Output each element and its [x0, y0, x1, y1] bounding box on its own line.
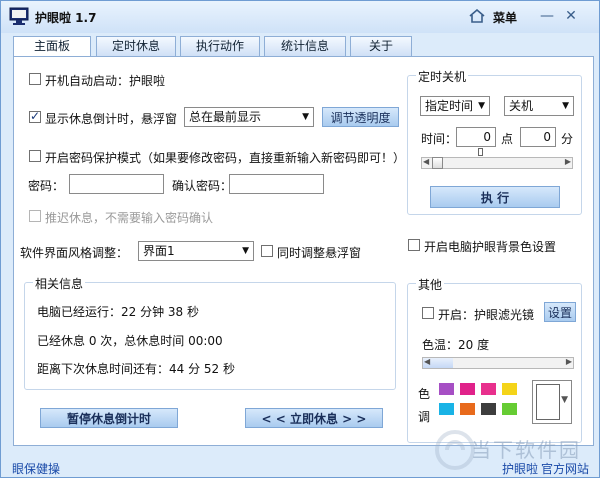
color-swatch[interactable] [459, 402, 476, 416]
main-panel: 开机自动启动：护眼啦 显示休息倒计时，悬浮窗 总在最前显示 ▼ 调节透明度 开启… [13, 56, 594, 446]
tab-main[interactable]: 主面板 [13, 36, 91, 57]
color-swatch[interactable] [501, 402, 518, 416]
other-group-title: 其他 [416, 276, 445, 293]
skin-select[interactable]: 界面1 ▼ [138, 241, 254, 261]
color-swatch[interactable] [480, 382, 497, 396]
show-countdown-label: 显示休息倒计时，悬浮窗 [45, 112, 178, 126]
shutdown-action-value: 关机 [509, 99, 534, 113]
info-group-title: 相关信息 [33, 275, 86, 292]
chevron-down-icon: ▼ [562, 101, 569, 111]
color-label-2: 调 [418, 410, 431, 424]
uptime-text: 电脑已经运行：22 分钟 38 秒 [37, 305, 199, 319]
next-rest-text: 距离下次休息时间还有：44 分 52 秒 [37, 362, 235, 376]
info-group: 相关信息 电脑已经运行：22 分钟 38 秒 已经休息 0 次，总休息时间 00… [24, 275, 396, 390]
skin-label: 软件界面风格调整： [20, 246, 129, 260]
eye-exercise-link[interactable]: 眼保健操 [12, 460, 60, 477]
shutdown-time-slider[interactable]: ◀ ▶ [421, 157, 573, 169]
chevron-down-icon: ▼ [242, 246, 249, 256]
confirm-password-input[interactable] [229, 174, 324, 194]
password-mode-label: 开启密码保护模式（如果要修改密码，直接重新输入新密码即可！） [45, 151, 406, 165]
chevron-down-icon: ▼ [302, 112, 309, 122]
delay-rest-label: 推迟休息，不需要输入密码确认 [45, 211, 214, 225]
app-title: 护眼啦 1.7 [35, 11, 97, 25]
selected-color-dropdown[interactable]: ▼ [532, 380, 572, 424]
rest-now-button[interactable]: < < 立即休息 > > [245, 408, 383, 428]
tab-about[interactable]: 关于 [350, 36, 412, 56]
title-bar: 护眼啦 1.7 菜单 — ✕ [1, 1, 599, 33]
tab-timed-rest[interactable]: 定时休息 [96, 36, 176, 56]
selected-color-preview [536, 384, 560, 420]
minute-label: 分 [561, 132, 574, 146]
color-swatch[interactable] [501, 382, 518, 396]
filter-settings-button[interactable]: 设置 [544, 302, 576, 322]
other-group: 其他 开启：护眼滤光镜 设置 色温：20 度 ◀ ▶ 色 调 ▼ [407, 276, 582, 443]
sync-float-checkbox[interactable] [261, 245, 273, 257]
color-swatch[interactable] [480, 402, 497, 416]
pause-countdown-button[interactable]: 暂停休息倒计时 [40, 408, 178, 428]
home-icon[interactable] [469, 9, 485, 23]
watermark-text: 当下软件园 [471, 438, 581, 462]
chevron-right-icon[interactable]: ▶ [565, 157, 571, 166]
color-swatch[interactable] [438, 382, 455, 396]
minimize-icon[interactable]: — [538, 8, 556, 24]
float-mode-select[interactable]: 总在最前显示 ▼ [184, 107, 314, 127]
shutdown-action-select[interactable]: 关机 ▼ [504, 96, 574, 116]
confirm-password-label: 确认密码： [172, 179, 233, 193]
rest-count-text: 已经休息 0 次，总休息时间 00:00 [37, 334, 223, 348]
menu-button[interactable]: 菜单 [493, 9, 517, 26]
show-countdown-checkbox[interactable] [29, 109, 41, 123]
color-swatch-grid [438, 382, 528, 424]
eye-bg-label: 开启电脑护眼背景色设置 [424, 240, 557, 254]
shutdown-mode-select[interactable]: 指定时间 ▼ [420, 96, 490, 116]
slider-tick [478, 148, 483, 156]
app-window: 护眼啦 1.7 菜单 — ✕ 主面板 定时休息 执行动作 统计信息 关于 开机自… [0, 0, 600, 478]
chevron-right-icon[interactable]: ▶ [566, 357, 572, 366]
minute-input[interactable]: 0 [520, 127, 556, 147]
password-input[interactable] [69, 174, 164, 194]
hour-input[interactable]: 0 [456, 127, 496, 147]
shutdown-group: 定时关机 指定时间 ▼ 关机 ▼ 时间： 0 点 0 分 ◀ ▶ 执 行 [407, 68, 582, 215]
eye-bg-checkbox[interactable] [408, 239, 420, 251]
color-swatch[interactable] [459, 382, 476, 396]
monitor-icon [9, 7, 29, 25]
chevron-left-icon[interactable]: ◀ [423, 157, 429, 166]
tab-statistics[interactable]: 统计信息 [264, 36, 346, 56]
chevron-down-icon: ▼ [561, 395, 568, 405]
color-label-1: 色 [418, 387, 431, 401]
tab-actions[interactable]: 执行动作 [180, 36, 260, 56]
autostart-checkbox[interactable] [29, 73, 41, 85]
color-temp-label: 色温：20 度 [422, 338, 490, 352]
delay-rest-checkbox[interactable] [29, 210, 41, 222]
filter-label: 开启：护眼滤光镜 [438, 308, 535, 322]
skin-value: 界面1 [143, 244, 175, 258]
password-label: 密码： [28, 179, 65, 193]
execute-button[interactable]: 执 行 [430, 186, 560, 208]
filter-checkbox[interactable] [422, 307, 434, 319]
sync-float-label: 同时调整悬浮窗 [277, 246, 362, 260]
adjust-opacity-button[interactable]: 调节透明度 [322, 107, 399, 127]
shutdown-group-title: 定时关机 [416, 68, 469, 85]
chevron-down-icon: ▼ [478, 101, 485, 111]
time-label: 时间： [421, 132, 458, 146]
color-swatch[interactable] [438, 402, 455, 416]
point-label: 点 [501, 132, 514, 146]
close-icon[interactable]: ✕ [562, 8, 580, 24]
app-name-link[interactable]: 护眼啦 [502, 460, 538, 477]
shutdown-mode-value: 指定时间 [425, 99, 474, 113]
official-site-link[interactable]: 官方网站 [541, 460, 589, 477]
float-mode-value: 总在最前显示 [189, 110, 262, 124]
autostart-label: 开机自动启动：护眼啦 [45, 74, 166, 88]
chevron-left-icon[interactable]: ◀ [424, 357, 430, 366]
color-temp-slider[interactable]: ◀ ▶ [422, 357, 574, 369]
password-mode-checkbox[interactable] [29, 150, 41, 162]
slider-thumb[interactable] [432, 157, 443, 169]
